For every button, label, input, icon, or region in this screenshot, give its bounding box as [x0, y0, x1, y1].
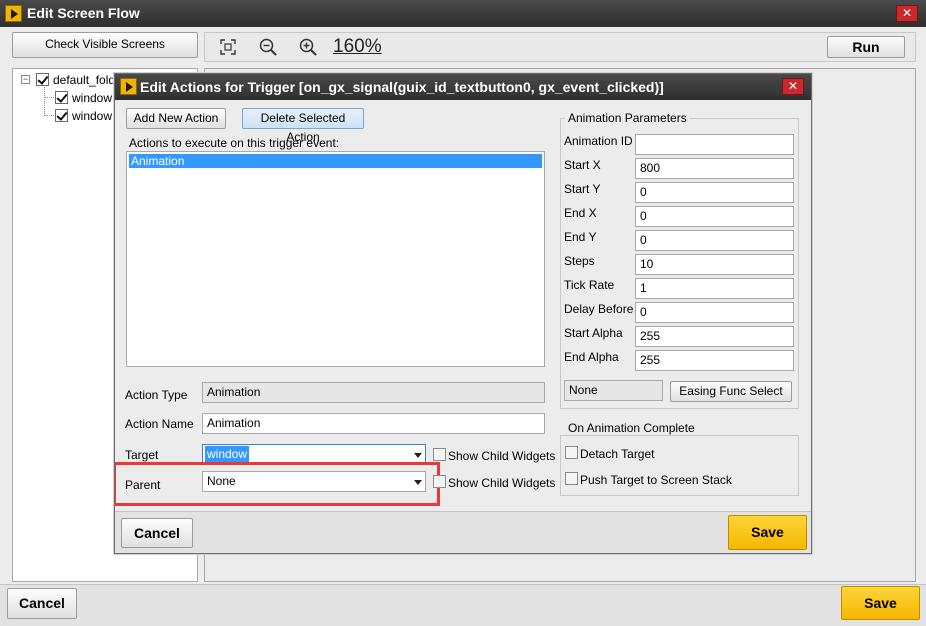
window-titlebar: Edit Screen Flow ✕ — [0, 0, 926, 27]
run-button[interactable]: Run — [827, 36, 905, 58]
tree-checkbox-window[interactable] — [55, 109, 68, 122]
target-dropdown-value: window — [205, 446, 250, 463]
animation-id-field[interactable] — [635, 134, 794, 155]
param-label-steps: Steps — [564, 254, 595, 268]
dialog-title: Edit Actions for Trigger [on_gx_signal(g… — [140, 79, 664, 95]
zoom-level: 160% — [333, 36, 382, 57]
start-x-field[interactable]: 800 — [635, 158, 794, 179]
dialog-cancel-button[interactable]: Cancel — [121, 518, 193, 548]
tree-item-window[interactable]: window — [72, 109, 112, 123]
app-logo-icon — [5, 5, 22, 22]
list-item[interactable]: Animation — [129, 154, 542, 168]
toolbar: 160% Run — [204, 32, 916, 62]
show-child-widgets-parent-checkbox[interactable] — [433, 475, 446, 488]
end-y-field[interactable]: 0 — [635, 230, 794, 251]
dialog-close-button[interactable]: ✕ — [782, 78, 804, 95]
collapse-icon[interactable]: − — [21, 75, 30, 84]
easing-func-select-button[interactable]: Easing Func Select — [670, 381, 792, 402]
edit-actions-dialog: Edit Actions for Trigger [on_gx_signal(g… — [114, 73, 812, 554]
window-title: Edit Screen Flow — [27, 5, 140, 21]
param-label-end-x: End X — [564, 206, 597, 220]
dialog-logo-icon — [120, 78, 137, 95]
check-visible-screens-button[interactable]: Check Visible Screens — [12, 32, 198, 58]
target-label: Target — [125, 448, 159, 462]
tree-checkbox-root[interactable] — [36, 73, 49, 86]
param-label-delay-before: Delay Before — [564, 302, 634, 316]
fit-screen-icon[interactable] — [218, 37, 238, 57]
show-child-widgets-target-checkbox[interactable] — [433, 448, 446, 461]
steps-field[interactable]: 10 — [635, 254, 794, 275]
param-label-start-y: Start Y — [564, 182, 601, 196]
parent-label: Parent — [125, 478, 161, 492]
easing-func-field: None — [564, 380, 663, 401]
on-animation-complete-title: On Animation Complete — [565, 421, 698, 435]
parent-dropdown-value: None — [207, 474, 236, 488]
show-child-widgets-parent-label: Show Child Widgets — [448, 476, 556, 490]
delay-before-field[interactable]: 0 — [635, 302, 794, 323]
action-name-label: Action Name — [125, 417, 194, 431]
tree-item-window1[interactable]: window1 — [72, 91, 119, 105]
chevron-down-icon — [414, 453, 422, 458]
zoom-out-icon[interactable] — [258, 37, 278, 57]
tree-checkbox-window1[interactable] — [55, 91, 68, 104]
zoom-in-icon[interactable] — [298, 37, 318, 57]
show-child-widgets-target-label: Show Child Widgets — [448, 449, 556, 463]
delete-selected-action-button[interactable]: Delete Selected Action — [242, 108, 364, 144]
param-label-end-y: End Y — [564, 230, 597, 244]
add-new-action-button[interactable]: Add New Action — [126, 108, 226, 129]
chevron-down-icon — [414, 480, 422, 485]
param-label-end-alpha: End Alpha — [564, 350, 619, 364]
detach-target-label: Detach Target — [580, 447, 655, 461]
detach-target-checkbox[interactable] — [565, 446, 578, 459]
cancel-button[interactable]: Cancel — [7, 588, 77, 619]
tick-rate-field[interactable]: 1 — [635, 278, 794, 299]
dialog-save-button[interactable]: Save — [728, 515, 807, 550]
end-alpha-field[interactable]: 255 — [635, 350, 794, 371]
parent-dropdown[interactable]: None — [202, 471, 426, 492]
param-label-animation-id: Animation ID — [564, 134, 633, 148]
animation-parameters-title: Animation Parameters — [565, 111, 690, 125]
param-label-tick-rate: Tick Rate — [564, 278, 615, 292]
window-close-button[interactable]: ✕ — [896, 5, 918, 22]
push-target-label: Push Target to Screen Stack — [580, 473, 732, 487]
action-type-field: Animation — [202, 382, 545, 403]
end-x-field[interactable]: 0 — [635, 206, 794, 227]
param-label-start-x: Start X — [564, 158, 601, 172]
actions-list[interactable]: Animation — [126, 151, 545, 367]
actions-caption: Actions to execute on this trigger event… — [129, 136, 340, 150]
footer-bar — [0, 584, 926, 626]
action-name-field[interactable]: Animation — [202, 413, 545, 434]
action-type-label: Action Type — [125, 388, 188, 402]
param-label-start-alpha: Start Alpha — [564, 326, 623, 340]
save-button[interactable]: Save — [841, 586, 920, 620]
push-target-checkbox[interactable] — [565, 472, 578, 485]
dialog-titlebar: Edit Actions for Trigger [on_gx_signal(g… — [115, 74, 811, 100]
dialog-footer-bar — [115, 511, 811, 553]
start-y-field[interactable]: 0 — [635, 182, 794, 203]
start-alpha-field[interactable]: 255 — [635, 326, 794, 347]
